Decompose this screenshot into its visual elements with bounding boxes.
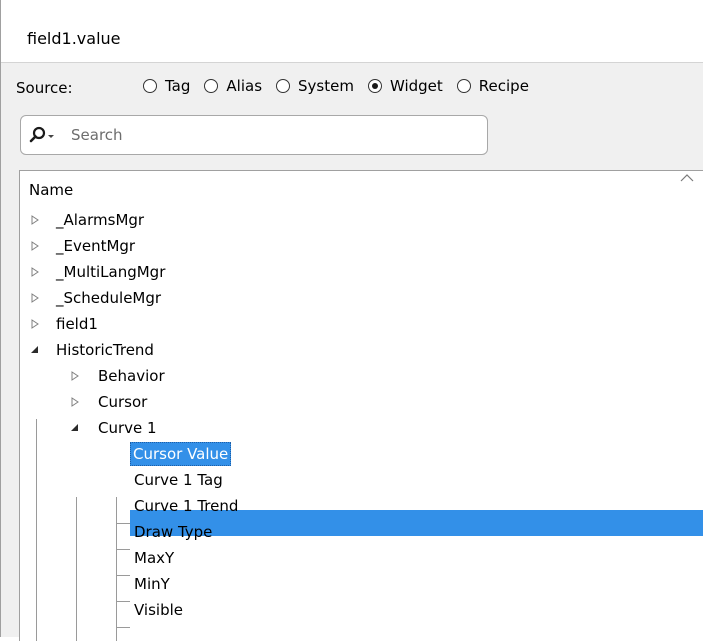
tree-node-label: Behavior — [98, 367, 165, 385]
expression-title: field1.value — [27, 29, 121, 48]
radio-circle-icon[interactable] — [276, 79, 291, 93]
tree-node-label: MaxY — [134, 549, 175, 567]
tree-node-maxy[interactable]: MaxY — [20, 545, 703, 571]
tree-node-label: Cursor — [98, 393, 148, 411]
tree-node-curve1-trend[interactable]: Curve 1 Trend — [20, 493, 703, 519]
search-icon[interactable] — [29, 126, 63, 144]
tree-node-label: HistoricTrend — [56, 341, 154, 359]
radio-circle-icon[interactable] — [456, 79, 471, 93]
tree-node-behavior[interactable]: Behavior — [20, 363, 703, 389]
expand-arrow-icon[interactable] — [70, 371, 80, 381]
tree-view[interactable]: Name _AlarmsMgr _EventMgr _MultiLangMgr — [19, 170, 703, 641]
expand-arrow-icon[interactable] — [30, 319, 40, 329]
source-label: Source: — [16, 79, 73, 97]
tree-node-label: Cursor Value — [130, 442, 232, 466]
collapse-arrow-icon[interactable] — [30, 345, 40, 355]
radio-label: System — [298, 77, 354, 95]
expand-arrow-icon[interactable] — [70, 397, 80, 407]
tree-node-label: _EventMgr — [56, 237, 136, 255]
browser-panel: Source: Tag Alias System Widget Recipe S… — [1, 63, 703, 641]
tree-node-curve1-tag[interactable]: Curve 1 Tag — [20, 467, 703, 493]
tree-node-multilangmgr[interactable]: _MultiLangMgr — [20, 259, 703, 285]
tree-node-eventmgr[interactable]: _EventMgr — [20, 233, 703, 259]
expand-arrow-icon[interactable] — [30, 215, 40, 225]
tree-node-label: MinY — [134, 575, 170, 593]
name-column-header: Name — [29, 181, 74, 199]
tree-node-draw-type[interactable]: Draw Type — [20, 519, 703, 545]
source-tag-radio[interactable]: Tag — [143, 77, 190, 95]
source-recipe-radio[interactable]: Recipe — [456, 77, 529, 95]
tree-node-label: _AlarmsMgr — [56, 211, 145, 229]
tree-node-historictrend[interactable]: HistoricTrend — [20, 337, 703, 363]
radio-label: Alias — [226, 77, 263, 95]
tree-node-label: _MultiLangMgr — [56, 263, 166, 281]
collapse-arrow-icon[interactable] — [70, 423, 80, 433]
radio-label: Tag — [165, 77, 191, 95]
expand-arrow-icon[interactable] — [30, 241, 40, 251]
expand-arrow-icon[interactable] — [30, 267, 40, 277]
tree-node-label: Curve 1 Trend — [134, 497, 239, 515]
tree-node-label: Curve 1 — [98, 419, 157, 437]
source-widget-radio[interactable]: Widget — [367, 77, 443, 95]
expand-arrow-icon[interactable] — [30, 293, 40, 303]
source-system-radio[interactable]: System — [276, 77, 354, 95]
tree-node-cursor-value[interactable]: Cursor Value — [20, 441, 703, 467]
tree-node-curve1[interactable]: Curve 1 — [20, 415, 703, 441]
tree-node-visible[interactable]: Visible — [20, 597, 703, 623]
radio-label: Recipe — [478, 77, 529, 95]
tree-node-label: Draw Type — [134, 523, 213, 541]
search-box — [20, 115, 488, 155]
search-input[interactable] — [71, 124, 471, 146]
tree-node-label: Visible — [134, 601, 183, 619]
radio-label: Widget — [389, 77, 443, 95]
dialog-header: field1.value — [1, 0, 703, 63]
tree-node-alarmsmgr[interactable]: _AlarmsMgr — [20, 207, 703, 233]
tree-node-miny[interactable]: MinY — [20, 571, 703, 597]
tree-node-label: _ScheduleMgr — [56, 289, 162, 307]
radio-circle-icon[interactable] — [143, 79, 157, 93]
scroll-up-arrow-icon[interactable] — [680, 173, 694, 183]
radio-circle-icon[interactable] — [204, 79, 219, 93]
source-alias-radio[interactable]: Alias — [204, 77, 262, 95]
tree-node-cursor[interactable]: Cursor — [20, 389, 703, 415]
tree-node-field1[interactable]: field1 — [20, 311, 703, 337]
tree-node-label: field1 — [56, 315, 98, 333]
tree-node-label: Curve 1 Tag — [134, 471, 223, 489]
tree-connector — [116, 627, 130, 628]
source-radio-group: Tag Alias System Widget Recipe — [143, 77, 543, 95]
radio-checked-icon[interactable] — [367, 79, 382, 93]
tree-node-schedulemgr[interactable]: _ScheduleMgr — [20, 285, 703, 311]
